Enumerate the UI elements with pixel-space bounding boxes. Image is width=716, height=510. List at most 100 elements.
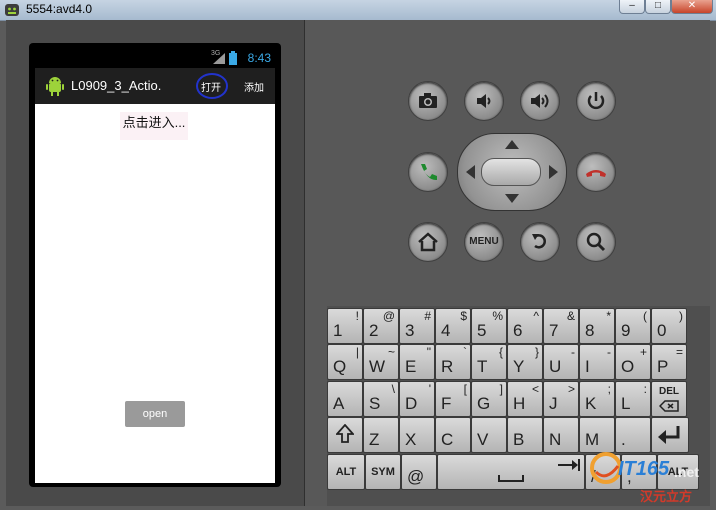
key-row2-6[interactable]: U- [543, 344, 579, 380]
open-button[interactable]: open [125, 401, 185, 427]
key-row2-0[interactable]: Q | [327, 344, 363, 380]
volume-up-button[interactable] [520, 81, 560, 121]
key-row4-3[interactable]: C [435, 417, 471, 453]
key-shift-label: $ [460, 309, 467, 323]
key-row1-3[interactable]: 4 $ [435, 308, 471, 344]
key-main-label: 7 [549, 321, 559, 340]
key-row3-1[interactable]: S \ [363, 381, 399, 417]
key-row1-5[interactable]: 6 ^ [507, 308, 543, 344]
back-button[interactable] [520, 222, 560, 262]
key-shift-label: ! [355, 309, 359, 323]
key-row3-0[interactable]: A [327, 381, 363, 417]
end-call-button[interactable] [576, 152, 616, 192]
key-main-label: 4 [441, 321, 451, 340]
key-row1-9[interactable]: 0) [651, 308, 687, 344]
key-row2-8[interactable]: O + [615, 344, 651, 380]
key-row4-0[interactable] [327, 417, 363, 453]
key-row1-6[interactable]: 7 & [543, 308, 579, 344]
dpad-center-button[interactable] [481, 158, 541, 186]
dpad-right-icon[interactable] [549, 165, 558, 179]
watermark-suffix: .net [674, 464, 699, 480]
volume-down-button[interactable] [464, 81, 504, 121]
signal-icon [213, 53, 225, 64]
key-row4-5[interactable]: B [507, 417, 543, 453]
key-row1-0[interactable]: 1! [327, 308, 363, 344]
dpad-left-icon[interactable] [466, 165, 475, 179]
dpad-down-icon[interactable] [505, 194, 519, 203]
watermark-brand: IT165 [618, 458, 670, 480]
key-row3-5[interactable]: H < [507, 381, 543, 417]
key-row4-1[interactable]: Z [363, 417, 399, 453]
key-row3-7[interactable]: K; [579, 381, 615, 417]
camera-button[interactable] [408, 81, 448, 121]
key-row1-7[interactable]: 8 * [579, 308, 615, 344]
key-row4-2[interactable]: X [399, 417, 435, 453]
key-main-label: 5 [477, 321, 487, 340]
close-button[interactable]: ✕ [671, 0, 713, 14]
maximize-button[interactable]: □ [645, 0, 671, 14]
key-row4-6[interactable]: N [543, 417, 579, 453]
key-row3-8[interactable]: L: [615, 381, 651, 417]
key-row4-4[interactable]: V [471, 417, 507, 453]
key-main-label: Z [369, 430, 380, 449]
key-shift-label: & [566, 309, 575, 323]
key-main-label: U [549, 357, 562, 376]
key-shift-label: { [498, 345, 503, 359]
key-row2-4[interactable]: T{ [471, 344, 507, 380]
key-at[interactable]: @ [401, 454, 437, 490]
space-icon [498, 475, 524, 482]
home-button[interactable] [408, 222, 448, 262]
key-row1-4[interactable]: 5% [471, 308, 507, 344]
android-app-icon [4, 3, 20, 17]
key-row2-7[interactable]: I- [579, 344, 615, 380]
key-row2-3[interactable]: R ` [435, 344, 471, 380]
key-main-label: 2 [369, 321, 379, 340]
call-button[interactable] [408, 152, 448, 192]
spinner-prompt[interactable]: 点击进入... [120, 112, 188, 140]
key-main-label: 6 [513, 321, 523, 340]
search-button[interactable] [576, 222, 616, 262]
key-shift-label: \ [391, 382, 395, 396]
app-title: L0909_3_Actio. [71, 78, 162, 93]
home-icon [418, 232, 438, 252]
key-shift-label: - [571, 345, 575, 359]
minimize-button[interactable]: – [619, 0, 645, 14]
key-sym[interactable]: SYM [365, 454, 401, 490]
key-row1-2[interactable]: 3 # [399, 308, 435, 344]
key-row3-3[interactable]: F[ [435, 381, 471, 417]
back-icon [532, 234, 546, 249]
key-shift-label: ' [428, 382, 431, 396]
key-alt-left[interactable]: ALT [327, 454, 365, 490]
key-row1-1[interactable]: 2 @ [363, 308, 399, 344]
key-shift-label: ~ [387, 345, 395, 359]
action-open[interactable]: 打开 [201, 79, 221, 94]
key-row1-8[interactable]: 9( [615, 308, 651, 344]
key-row2-1[interactable]: W ~ [363, 344, 399, 380]
menu-button[interactable]: MENU [464, 222, 504, 262]
dpad-up-icon[interactable] [505, 140, 519, 149]
volume-down-icon [477, 94, 491, 108]
power-button[interactable] [576, 81, 616, 121]
tab-arrow-icon [558, 459, 580, 471]
app-launcher-icon[interactable] [45, 76, 65, 101]
key-row3-6[interactable]: J > [543, 381, 579, 417]
action-add[interactable]: 添加 [244, 79, 264, 94]
search-icon [586, 232, 606, 252]
key-row3-9[interactable]: DEL [651, 381, 687, 417]
key-row2-9[interactable]: P = [651, 344, 687, 380]
site-watermark: IT165 .net 汉元立方 [588, 448, 716, 508]
key-main-label: 9 [621, 321, 631, 340]
key-main-label: E [405, 357, 417, 376]
key-row2-2[interactable]: E " [399, 344, 435, 380]
key-main-label: D [405, 394, 418, 413]
key-main-label: O [621, 357, 635, 376]
key-main-label: M [585, 430, 600, 449]
action-bar: L0909_3_Actio. 打开 添加 [35, 68, 275, 105]
key-main-label: T [477, 357, 488, 376]
key-shift-label: ] [499, 382, 503, 396]
key-row3-2[interactable]: D ' [399, 381, 435, 417]
window-title: 5554:avd4.0 [26, 2, 93, 16]
key-space[interactable] [437, 454, 585, 490]
key-row2-5[interactable]: Y} [507, 344, 543, 380]
key-row3-4[interactable]: G] [471, 381, 507, 417]
